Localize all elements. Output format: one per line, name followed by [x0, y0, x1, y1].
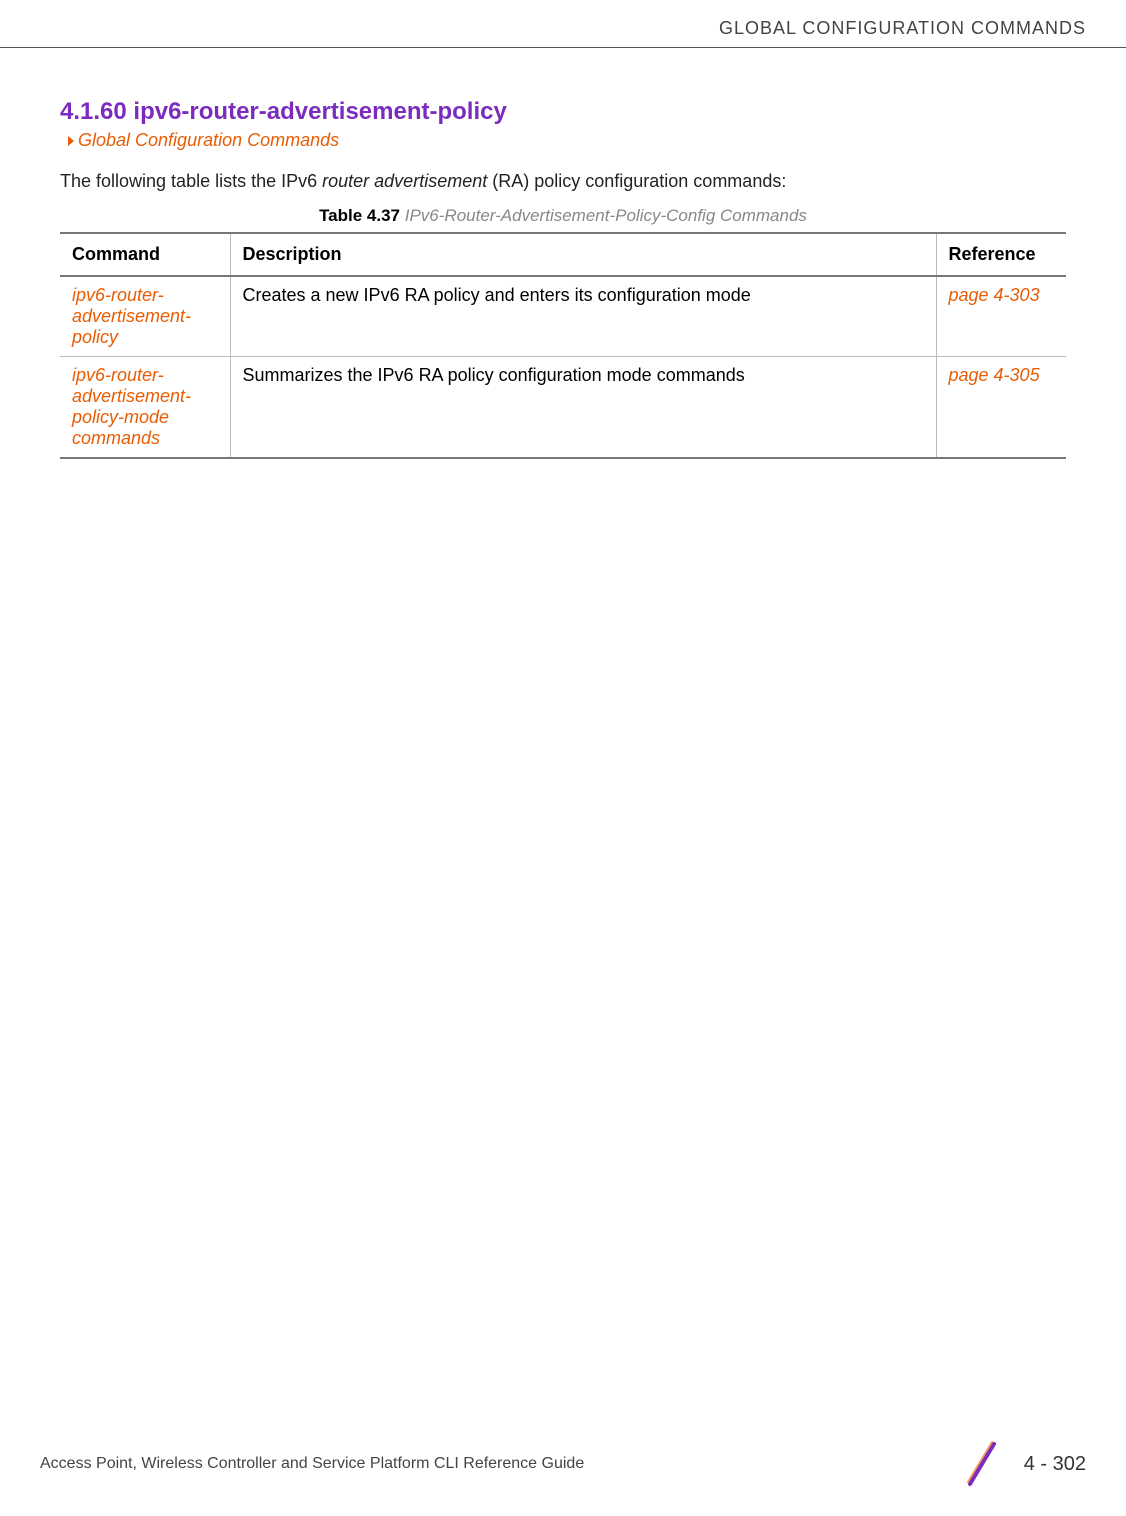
section-heading: 4.1.60 ipv6-router-advertisement-policy [60, 98, 1066, 126]
th-reference: Reference [936, 233, 1066, 276]
cell-command: ipv6-router-advertisement-policy-mode co… [60, 357, 230, 459]
page-header: GLOBAL CONFIGURATION COMMANDS [0, 0, 1126, 48]
content-area: 4.1.60 ipv6-router-advertisement-policy … [0, 48, 1126, 459]
reference-link[interactable]: page 4-303 [949, 285, 1040, 305]
brand-slash-icon [958, 1440, 1006, 1488]
cell-reference: page 4-305 [936, 357, 1066, 459]
breadcrumb: Global Configuration Commands [68, 130, 1066, 151]
arrow-right-icon [68, 136, 74, 146]
table-caption-label: Table 4.37 [319, 206, 400, 225]
breadcrumb-link[interactable]: Global Configuration Commands [78, 130, 339, 151]
section-title: ipv6-router-advertisement-policy [133, 98, 506, 125]
page-number: 4 - 302 [1024, 1453, 1086, 1476]
table-caption: Table 4.37 IPv6-Router-Advertisement-Pol… [60, 206, 1066, 226]
command-link[interactable]: ipv6-router-advertisement-policy [72, 285, 191, 347]
reference-link[interactable]: page 4-305 [949, 365, 1040, 385]
th-description: Description [230, 233, 936, 276]
cell-reference: page 4-303 [936, 276, 1066, 357]
commands-table: Command Description Reference ipv6-route… [60, 232, 1066, 459]
cell-command: ipv6-router-advertisement-policy [60, 276, 230, 357]
section-number: 4.1.60 [60, 98, 127, 125]
intro-italic: router advertisement [322, 171, 487, 191]
footer-right: 4 - 302 [958, 1440, 1086, 1488]
page-header-title: GLOBAL CONFIGURATION COMMANDS [719, 18, 1086, 38]
page-footer: Access Point, Wireless Controller and Se… [0, 1440, 1126, 1488]
table-header-row: Command Description Reference [60, 233, 1066, 276]
table-caption-title: IPv6-Router-Advertisement-Policy-Config … [405, 206, 807, 225]
th-command: Command [60, 233, 230, 276]
intro-suffix: (RA) policy configuration commands: [487, 171, 786, 191]
footer-guide-title: Access Point, Wireless Controller and Se… [40, 1455, 584, 1473]
cell-description: Creates a new IPv6 RA policy and enters … [230, 276, 936, 357]
intro-paragraph: The following table lists the IPv6 route… [60, 171, 1066, 192]
table-row: ipv6-router-advertisement-policy-mode co… [60, 357, 1066, 459]
cell-description: Summarizes the IPv6 RA policy configurat… [230, 357, 936, 459]
table-row: ipv6-router-advertisement-policy Creates… [60, 276, 1066, 357]
intro-prefix: The following table lists the IPv6 [60, 171, 322, 191]
command-link[interactable]: ipv6-router-advertisement-policy-mode co… [72, 365, 191, 448]
